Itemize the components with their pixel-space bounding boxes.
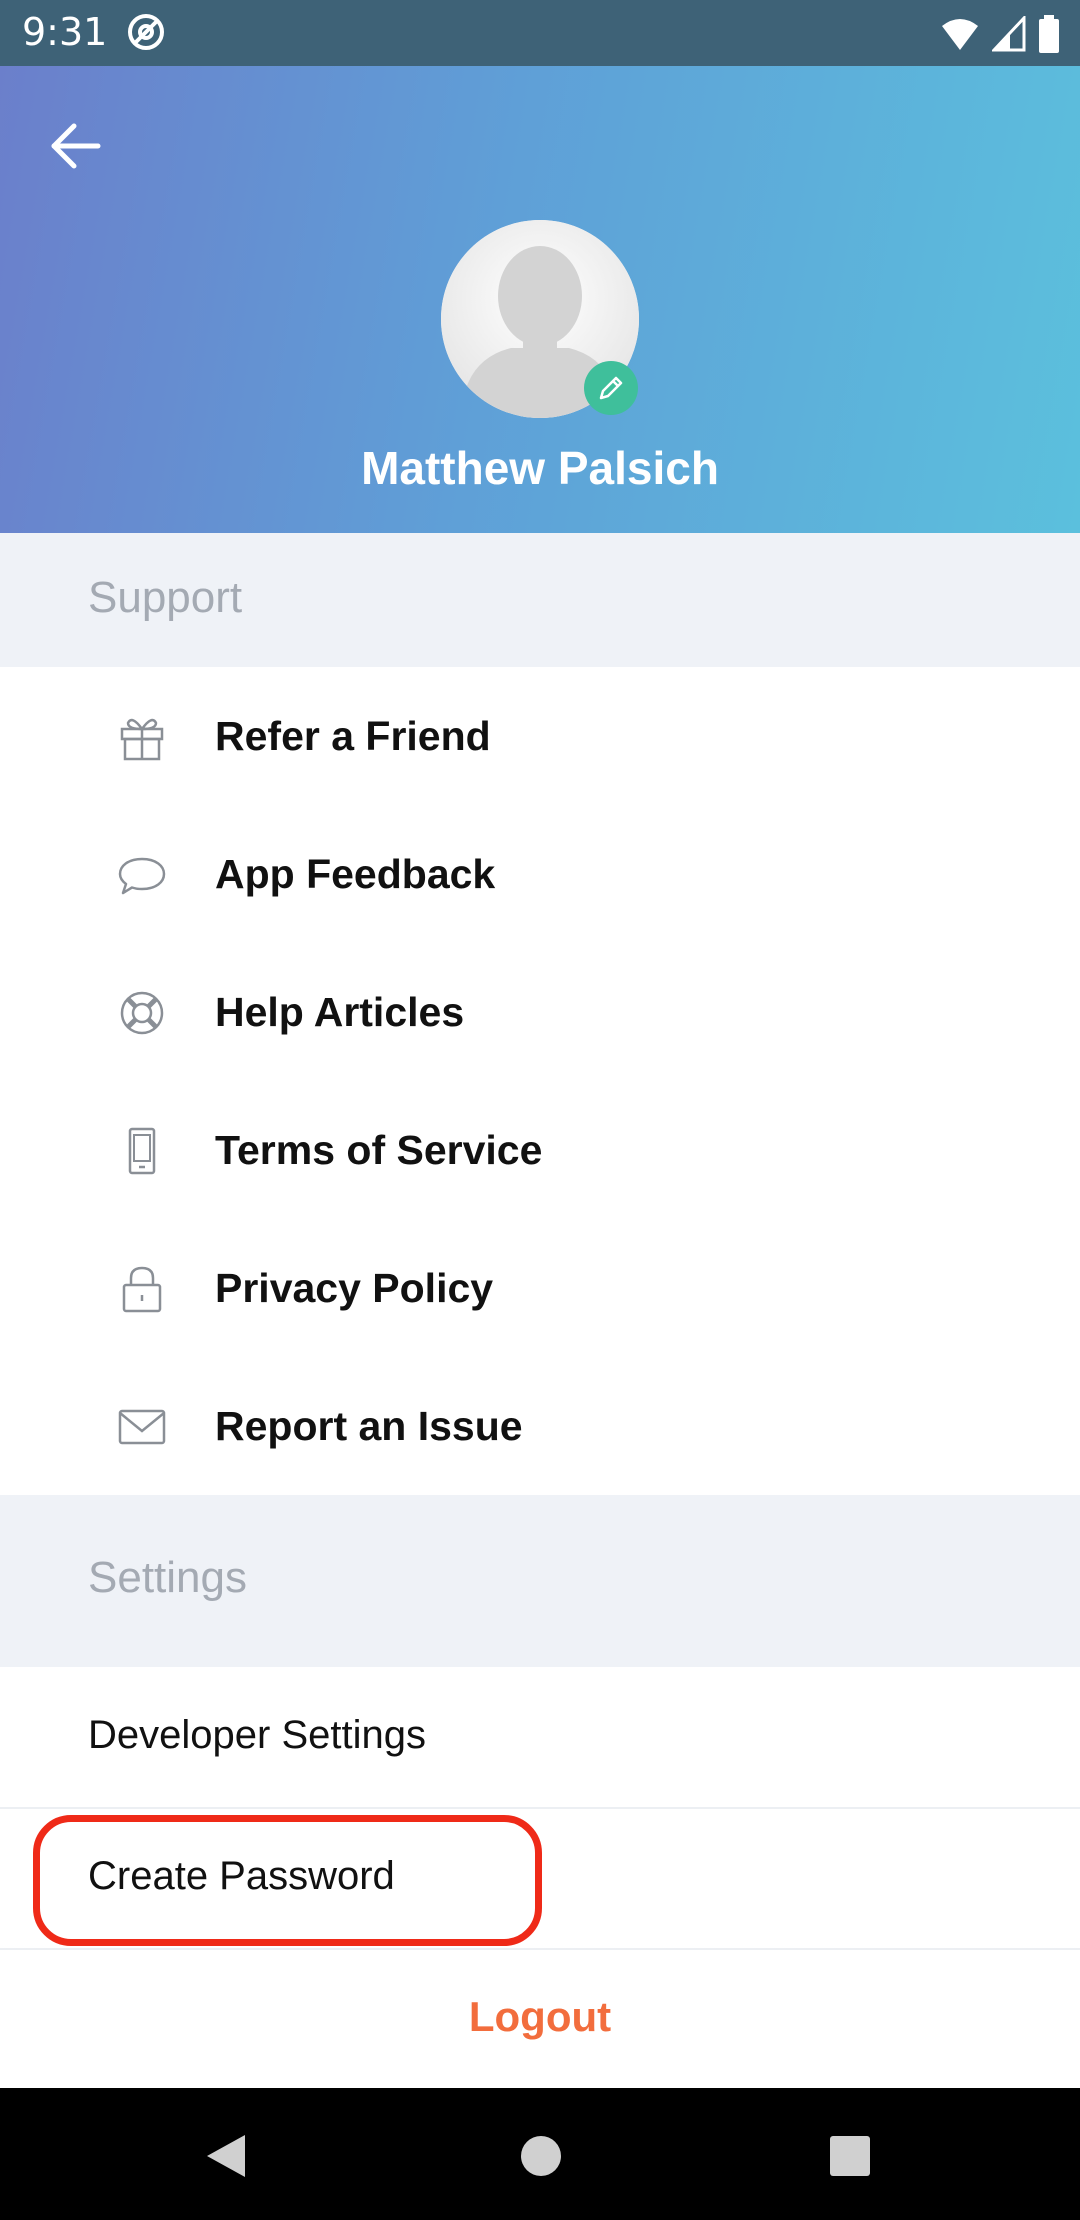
back-nav-icon[interactable] bbox=[205, 2133, 247, 2179]
cell-signal-icon bbox=[992, 16, 1026, 52]
status-time: 9:31 bbox=[22, 10, 108, 54]
menu-item-label: Report an Issue bbox=[215, 1403, 523, 1449]
recents-nav-icon[interactable] bbox=[829, 2135, 871, 2177]
menu-item-privacy-policy[interactable]: Privacy Policy bbox=[0, 1219, 1080, 1357]
user-name: Matthew Palsich bbox=[361, 442, 719, 494]
menu-item-label: Refer a Friend bbox=[215, 713, 491, 759]
menu-item-label: App Feedback bbox=[215, 851, 496, 897]
settings-section-title: Settings bbox=[88, 1553, 247, 1602]
menu-item-report-an-issue[interactable]: Report an Issue bbox=[0, 1357, 1080, 1495]
edit-avatar-button[interactable] bbox=[584, 361, 638, 415]
menu-item-refer-a-friend[interactable]: Refer a Friend bbox=[0, 667, 1080, 805]
lifebuoy-icon bbox=[120, 991, 164, 1035]
wifi-icon bbox=[942, 19, 978, 50]
phone-document-icon bbox=[128, 1127, 156, 1175]
logout-button[interactable]: Logout bbox=[0, 1948, 1080, 2088]
status-bar: 9:31 bbox=[0, 0, 1080, 66]
support-section-header: Support bbox=[0, 533, 1080, 667]
settings-section-header: Settings bbox=[0, 1495, 1080, 1667]
lock-icon bbox=[122, 1266, 162, 1313]
menu-item-label: Help Articles bbox=[215, 989, 465, 1035]
chat-bubble-icon bbox=[118, 857, 166, 895]
system-navigation-bar bbox=[0, 2088, 1080, 2220]
setting-label: Developer Settings bbox=[88, 1713, 426, 1757]
menu-item-terms-of-service[interactable]: Terms of Service bbox=[0, 1081, 1080, 1219]
status-icons bbox=[940, 14, 1060, 54]
menu-item-label: Privacy Policy bbox=[215, 1265, 494, 1311]
home-nav-icon[interactable] bbox=[520, 2135, 562, 2177]
menu-item-label: Terms of Service bbox=[215, 1127, 543, 1173]
developer-settings-item[interactable]: Developer Settings bbox=[0, 1667, 1080, 1809]
menu-item-help-articles[interactable]: Help Articles bbox=[0, 943, 1080, 1081]
gift-icon bbox=[120, 718, 164, 761]
logout-label: Logout bbox=[468, 1993, 612, 2040]
battery-icon bbox=[1039, 15, 1059, 53]
support-section-title: Support bbox=[88, 573, 243, 622]
back-arrow-icon[interactable] bbox=[46, 116, 106, 176]
envelope-icon bbox=[118, 1409, 166, 1445]
pencil-icon bbox=[599, 376, 623, 400]
menu-item-app-feedback[interactable]: App Feedback bbox=[0, 805, 1080, 943]
at-sign-icon bbox=[128, 14, 164, 50]
highlight-annotation bbox=[33, 1815, 542, 1946]
profile-header: Matthew Palsich bbox=[0, 66, 1080, 533]
